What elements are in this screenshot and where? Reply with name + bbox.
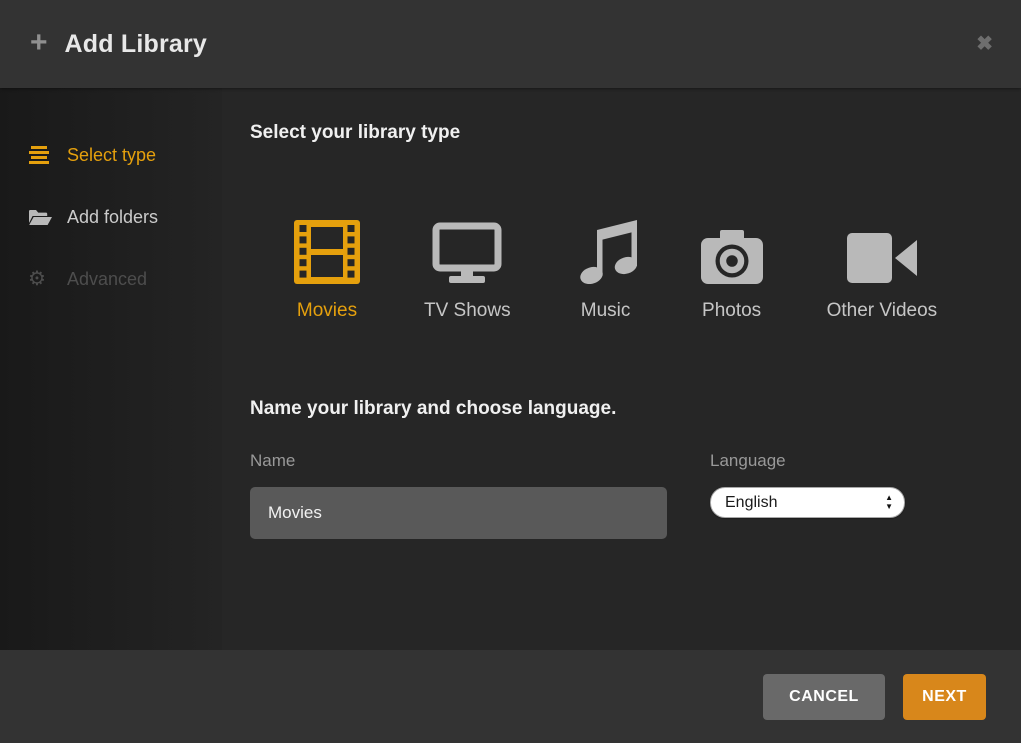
close-icon[interactable]: ✖ xyxy=(976,34,993,54)
library-name-input[interactable] xyxy=(250,487,667,539)
chevron-up-icon: ▲ xyxy=(885,494,893,502)
plus-icon: + xyxy=(30,28,48,58)
type-tile-other-videos[interactable]: Other Videos xyxy=(827,212,938,322)
name-label: Name xyxy=(250,450,667,471)
dialog-footer: CANCEL NEXT xyxy=(0,650,1021,743)
name-field-group: Name xyxy=(250,450,667,539)
chevron-down-icon: ▼ xyxy=(885,503,893,511)
dialog-body: Select type Add folders ⚙ Advanced xyxy=(0,88,1021,650)
camera-icon xyxy=(701,212,763,284)
name-section-heading: Name your library and choose language. xyxy=(250,398,1021,420)
language-select[interactable]: English ▲ ▼ xyxy=(710,487,905,518)
type-tile-photos[interactable]: Photos xyxy=(701,212,763,322)
film-strip-icon xyxy=(294,212,360,284)
video-camera-icon xyxy=(847,212,917,284)
add-library-dialog: + Add Library ✖ Select type xyxy=(0,0,1021,743)
language-field-group: Language English ▲ ▼ xyxy=(710,450,905,539)
type-label: Photos xyxy=(702,300,761,322)
list-lines-icon xyxy=(28,146,54,164)
cancel-button[interactable]: CANCEL xyxy=(763,674,885,720)
type-tile-music[interactable]: Music xyxy=(575,212,637,322)
dialog-title: Add Library xyxy=(65,30,208,59)
sidebar: Select type Add folders ⚙ Advanced xyxy=(0,88,222,650)
sidebar-item-label: Advanced xyxy=(67,269,147,290)
music-note-icon xyxy=(575,212,637,284)
fields-row: Name Language English ▲ ▼ xyxy=(250,450,1021,539)
next-button[interactable]: NEXT xyxy=(903,674,986,720)
sidebar-item-select-type[interactable]: Select type xyxy=(0,124,222,186)
sidebar-item-label: Select type xyxy=(67,145,156,166)
type-tile-movies[interactable]: Movies xyxy=(294,212,360,322)
sidebar-item-add-folders[interactable]: Add folders xyxy=(0,186,222,248)
type-tile-tv-shows[interactable]: TV Shows xyxy=(424,212,511,322)
sidebar-item-label: Add folders xyxy=(67,207,158,228)
language-selected-value: English xyxy=(725,494,885,512)
main-content: Select your library type xyxy=(222,88,1021,650)
type-label: Other Videos xyxy=(827,300,938,322)
sidebar-item-advanced[interactable]: ⚙ Advanced xyxy=(0,248,222,310)
language-label: Language xyxy=(710,450,905,471)
type-label: Music xyxy=(581,300,631,322)
dialog-header: + Add Library ✖ xyxy=(0,0,1021,88)
type-label: TV Shows xyxy=(424,300,511,322)
folder-open-icon xyxy=(28,209,54,226)
gear-icon: ⚙ xyxy=(28,269,54,289)
type-section-heading: Select your library type xyxy=(250,122,1021,144)
type-label: Movies xyxy=(297,300,357,322)
select-stepper-icon: ▲ ▼ xyxy=(885,494,893,511)
tv-monitor-icon xyxy=(432,212,502,284)
library-type-row: Movies TV Shows xyxy=(294,212,1021,322)
